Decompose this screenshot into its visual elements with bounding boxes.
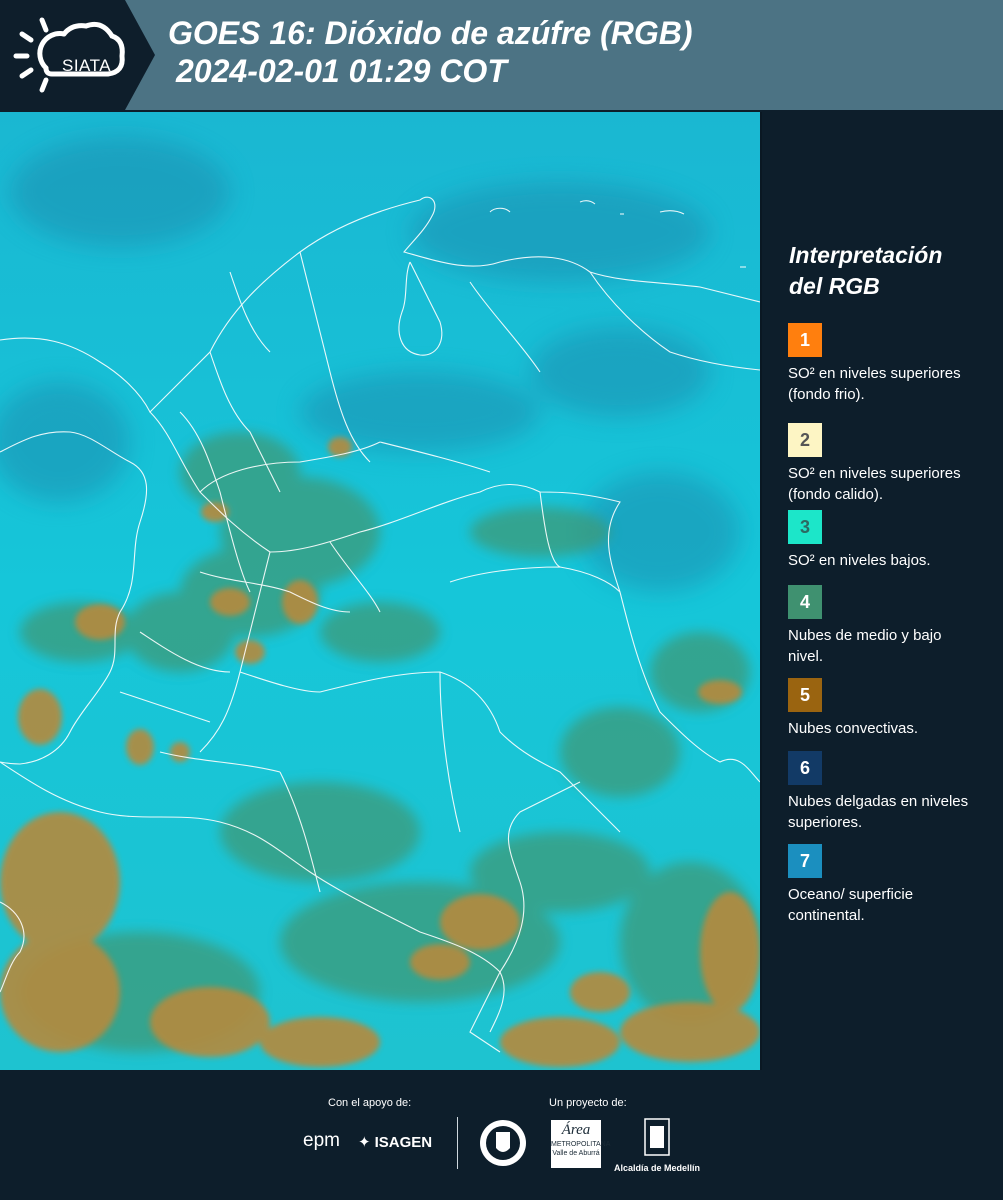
legend-swatch-3: 3 — [788, 510, 822, 544]
legend-label-6: Nubes delgadas en niveles superiores. — [788, 793, 969, 831]
legend-label-1: SO² en niveles superiores (fondo frio). — [788, 365, 961, 403]
legend-item-3: 3 SO² en niveles bajos. — [788, 510, 973, 571]
footer-divider — [457, 1117, 458, 1169]
legend-title: Interpretación del RGB — [789, 240, 995, 302]
legend-item-6: 6 Nubes delgadas en niveles superiores. — [788, 751, 973, 833]
area-logo-title: Área — [561, 1122, 591, 1138]
epm-logo-text: epm — [303, 1130, 340, 1151]
legend-item-7: 7 Oceano/ superficie continental. — [788, 844, 973, 926]
legend-label-2: SO² en niveles superiores (fondo calido)… — [788, 465, 961, 503]
rgb-composite-image — [0, 112, 760, 1070]
medellin-seal-logo[interactable] — [478, 1118, 528, 1173]
legend-title-line2: del RGB — [789, 273, 880, 299]
logo-text: SIATA — [62, 56, 112, 75]
area-logo-line2: METROPOLITANA — [551, 1141, 611, 1148]
header-bar: SIATA GOES 16: Dióxido de azúfre (RGB) 2… — [0, 0, 1003, 110]
project-label: Un proyecto de: — [549, 1097, 627, 1109]
legend-label-4: Nubes de medio y bajo nivel. — [788, 627, 942, 665]
support-label: Con el apoyo de: — [328, 1097, 412, 1109]
footer: Con el apoyo de: Un proyecto de: epm ✦ I… — [0, 1070, 1003, 1200]
legend-swatch-1: 1 — [788, 323, 822, 357]
siata-logo[interactable]: SIATA — [12, 12, 127, 97]
page-title: GOES 16: Dióxido de azúfre (RGB) — [168, 15, 693, 51]
legend-swatch-4: 4 — [788, 585, 822, 619]
isagen-logo[interactable]: ✦ ISAGEN — [358, 1133, 433, 1152]
legend: Interpretación del RGB 1 SO² en niveles s… — [775, 240, 995, 924]
legend-swatch-7: 7 — [788, 844, 822, 878]
legend-label-3: SO² en niveles bajos. — [788, 552, 931, 569]
satellite-map[interactable] — [0, 112, 760, 1070]
legend-item-4: 4 Nubes de medio y bajo nivel. — [788, 585, 973, 667]
seal-icon — [480, 1120, 526, 1166]
map-divider — [760, 112, 762, 1070]
legend-item-2: 2 SO² en niveles superiores (fondo calido… — [788, 423, 973, 505]
sun-cloud-icon — [13, 17, 125, 93]
legend-swatch-5: 5 — [788, 678, 822, 712]
legend-item-1: 1 SO² en niveles superiores (fondo frio). — [788, 323, 973, 405]
legend-swatch-2: 2 — [788, 423, 822, 457]
alcaldia-logo-text: Alcaldía de Medellín — [613, 1163, 701, 1173]
isagen-logo-text: ISAGEN — [374, 1133, 433, 1151]
legend-title-line1: Interpretación — [789, 242, 943, 268]
isagen-mark-icon: ✦ — [358, 1134, 371, 1151]
epm-logo[interactable]: epm — [303, 1130, 340, 1152]
area-logo-line3: Valle de Aburrá — [552, 1150, 600, 1157]
legend-label-7: Oceano/ superficie continental. — [788, 886, 914, 924]
legend-label-5: Nubes convectivas. — [788, 720, 919, 737]
area-metropolitana-logo[interactable]: Área METROPOLITANA Valle de Aburrá — [551, 1120, 611, 1168]
coat-of-arms-icon — [644, 1118, 670, 1156]
legend-swatch-6: 6 — [788, 751, 822, 785]
legend-item-5: 5 Nubes convectivas. — [788, 678, 973, 739]
page-timestamp: 2024-02-01 01:29 COT — [176, 53, 507, 89]
alcaldia-logo[interactable]: Alcaldía de Medellín — [612, 1118, 702, 1173]
